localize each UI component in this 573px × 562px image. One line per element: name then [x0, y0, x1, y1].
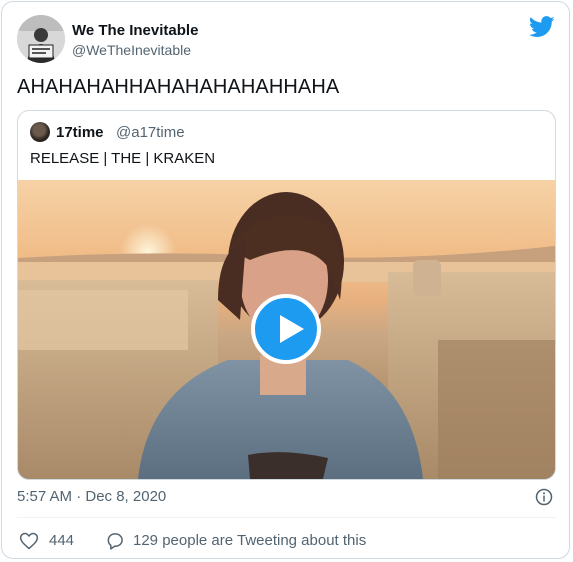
video-thumbnail[interactable] — [18, 180, 555, 479]
play-video-button[interactable] — [251, 294, 321, 364]
like-count[interactable]: 444 — [49, 532, 74, 549]
quoted-author-name[interactable]: 17time — [56, 124, 104, 141]
tweet-card[interactable]: We The Inevitable @WeTheInevitable AHAHA… — [1, 1, 570, 559]
heart-icon[interactable] — [19, 531, 39, 551]
twitter-bird-icon[interactable] — [529, 16, 555, 38]
author-name[interactable]: We The Inevitable — [72, 22, 198, 39]
info-icon[interactable] — [535, 488, 553, 506]
quoted-tweet[interactable]: 17time @a17time RELEASE | THE | KRAKEN — [17, 110, 556, 480]
author-avatar[interactable] — [17, 15, 65, 63]
quoted-author-avatar[interactable] — [30, 122, 50, 142]
speech-bubble-icon[interactable] — [105, 531, 125, 551]
tweeting-about-link[interactable]: 129 people are Tweeting about this — [133, 532, 366, 549]
quoted-author-handle[interactable]: @a17time — [116, 124, 185, 141]
quoted-tweet-text: RELEASE | THE | KRAKEN — [30, 150, 216, 167]
tweet-text: AHAHAHAHHAHAHAHAHAHHAHA — [17, 76, 340, 98]
divider — [17, 517, 556, 518]
author-avatar-image — [17, 15, 65, 63]
author-handle[interactable]: @WeTheInevitable — [72, 42, 191, 58]
tweet-timestamp[interactable]: 5:57 AM · Dec 8, 2020 — [17, 488, 166, 505]
